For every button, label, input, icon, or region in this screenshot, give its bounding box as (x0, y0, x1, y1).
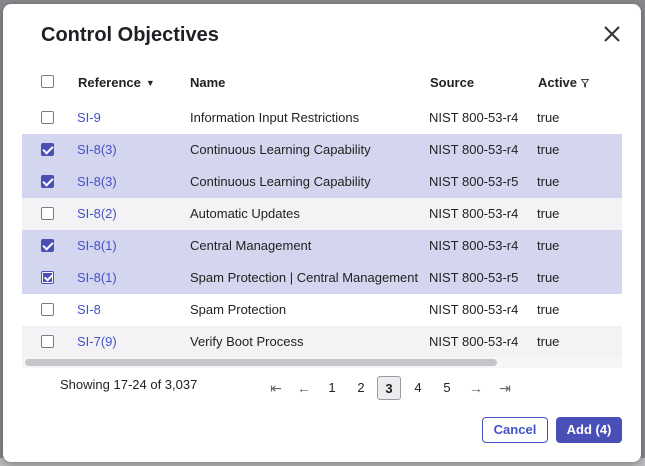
column-label-reference: Reference (78, 75, 141, 90)
last-page-button[interactable]: ⇥ (494, 376, 516, 400)
last-page-icon: ⇥ (499, 380, 511, 396)
close-icon (604, 26, 620, 42)
page-button-3-current[interactable]: 3 (377, 376, 401, 400)
table-row[interactable]: SI-8(3) Continuous Learning Capability NIS… (22, 166, 622, 198)
next-page-button[interactable]: → (465, 376, 487, 400)
table-row[interactable]: SI-8(1) Central Management NIST 800-53-r4 t… (22, 230, 622, 262)
prev-page-icon: ← (297, 380, 311, 396)
reference-link[interactable]: SI-8 (77, 302, 101, 317)
active-cell: true (537, 142, 560, 157)
first-page-button[interactable]: ⇤ (265, 376, 287, 400)
source-cell: NIST 800-53-r4 (429, 206, 519, 221)
reference-link[interactable]: SI-8(1) (77, 238, 117, 253)
filter-icon[interactable] (580, 76, 590, 91)
source-cell: NIST 800-53-r5 (429, 174, 519, 189)
reference-link[interactable]: SI-8(2) (77, 206, 117, 221)
reference-link[interactable]: SI-8(1) (77, 270, 117, 285)
active-cell: true (537, 206, 560, 221)
table-row[interactable]: SI-8 Spam Protection NIST 800-53-r4 true (22, 294, 622, 326)
objective-name: Automatic Updates (190, 206, 300, 221)
column-label-active: Active (538, 75, 578, 90)
reference-link[interactable]: SI-9 (77, 110, 101, 125)
table-row[interactable]: SI-8(2) Automatic Updates NIST 800-53-r4 tr… (22, 198, 622, 230)
objective-name: Information Input Restrictions (190, 110, 360, 125)
reference-link[interactable]: SI-8(3) (77, 174, 117, 189)
objective-name: Continuous Learning Capability (190, 142, 371, 157)
active-cell: true (537, 238, 560, 253)
objective-name: Central Management (190, 238, 312, 253)
next-page-icon: → (469, 380, 483, 396)
objective-name: Spam Protection (190, 302, 287, 317)
page-button-5[interactable]: 5 (436, 376, 458, 400)
objectives-table: Reference ▼ Name Source Active SI-9 Inform… (22, 66, 622, 366)
column-header-source[interactable]: Source (430, 75, 474, 90)
table-header: Reference ▼ Name Source Active (22, 66, 622, 100)
pagination-summary: Showing 17-24 of 3,037 (60, 377, 198, 392)
source-cell: NIST 800-53-r4 (429, 334, 519, 349)
reference-link[interactable]: SI-7(9) (77, 334, 117, 349)
column-header-name[interactable]: Name (190, 75, 225, 90)
reference-link[interactable]: SI-8(3) (77, 142, 117, 157)
active-cell: true (537, 334, 560, 349)
active-cell: true (537, 174, 560, 189)
cancel-button[interactable]: Cancel (482, 417, 548, 443)
column-header-active[interactable]: Active (538, 75, 590, 91)
active-cell: true (537, 302, 560, 317)
control-objectives-dialog: Control Objectives Reference ▼ Name Sourc… (3, 4, 641, 462)
horizontal-scrollbar[interactable] (25, 359, 497, 366)
row-checkbox[interactable] (41, 207, 54, 220)
objective-name: Spam Protection | Central Management (190, 270, 419, 285)
row-checkbox[interactable] (41, 111, 54, 124)
row-checkbox[interactable] (41, 271, 54, 284)
active-cell: true (537, 110, 560, 125)
source-cell: NIST 800-53-r4 (429, 302, 519, 317)
row-checkbox[interactable] (41, 335, 54, 348)
table-row[interactable]: SI-8(1) Spam Protection | Central Managem… (22, 262, 622, 294)
row-checkbox[interactable] (41, 175, 54, 188)
table-row[interactable]: SI-7(9) Verify Boot Process NIST 800-53-r4… (22, 326, 622, 358)
table-row[interactable]: SI-8(3) Continuous Learning Capability NIS… (22, 134, 622, 166)
table-row[interactable]: SI-9 Information Input Restrictions NIST 8… (22, 102, 622, 134)
source-cell: NIST 800-53-r4 (429, 142, 519, 157)
source-cell: NIST 800-53-r5 (429, 270, 519, 285)
first-page-icon: ⇤ (270, 380, 282, 396)
page-button-2[interactable]: 2 (350, 376, 372, 400)
row-checkbox[interactable] (41, 239, 54, 252)
row-checkbox[interactable] (41, 143, 54, 156)
column-header-reference[interactable]: Reference ▼ (78, 75, 155, 90)
page-button-1[interactable]: 1 (321, 376, 343, 400)
prev-page-button[interactable]: ← (293, 376, 315, 400)
page-button-4[interactable]: 4 (407, 376, 429, 400)
active-cell: true (537, 270, 560, 285)
source-cell: NIST 800-53-r4 (429, 238, 519, 253)
objective-name: Continuous Learning Capability (190, 174, 371, 189)
sort-desc-icon: ▼ (145, 78, 155, 88)
row-checkbox[interactable] (41, 303, 54, 316)
objective-name: Verify Boot Process (190, 334, 304, 349)
dialog-title: Control Objectives (41, 24, 219, 46)
source-cell: NIST 800-53-r4 (429, 110, 519, 125)
select-all-checkbox[interactable] (41, 75, 54, 88)
add-button[interactable]: Add (4) (556, 417, 622, 443)
close-button[interactable] (601, 23, 623, 45)
